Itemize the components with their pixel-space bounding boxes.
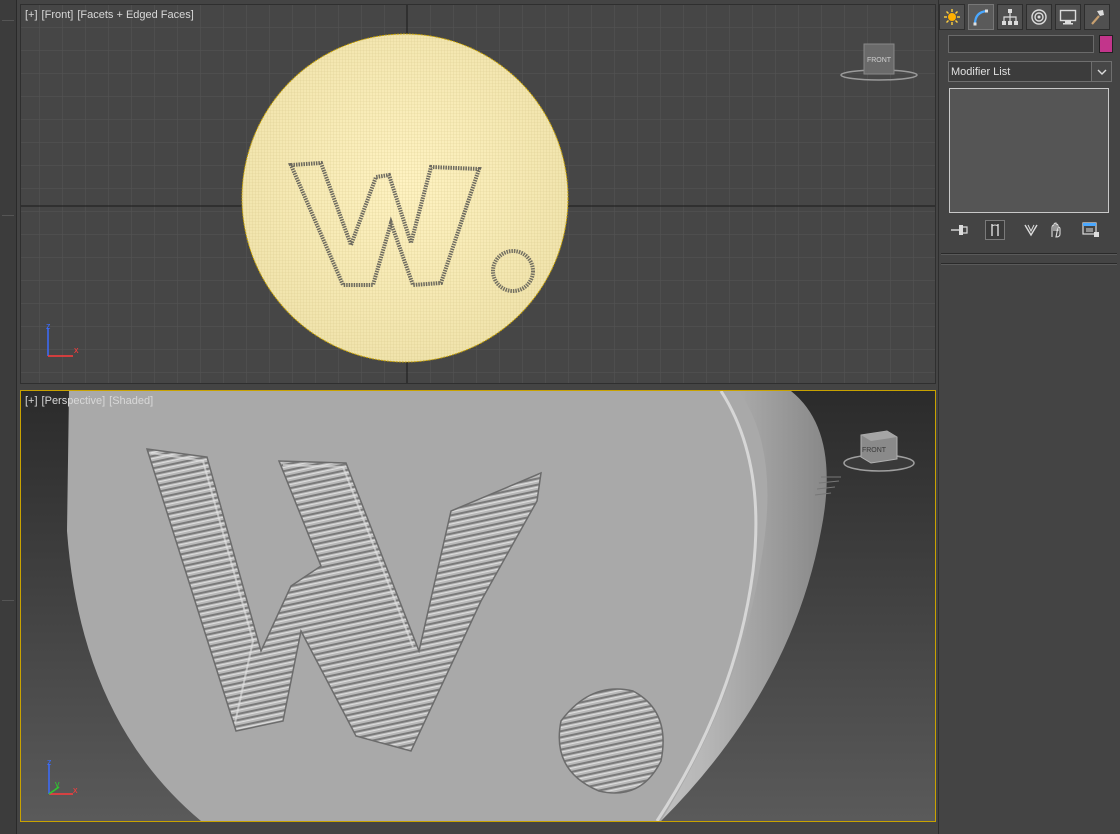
show-end-result-button[interactable] [985,220,1005,240]
utilities-icon [1091,10,1104,25]
strip-tick [2,600,14,601]
modifier-list-dropdown[interactable]: Modifier List [948,61,1112,82]
modifier-stack-toolbar [949,220,1111,242]
hierarchy-icon [1002,9,1018,25]
show-end-result-icon [991,224,999,236]
viewport-view-menu[interactable]: [Front] [42,9,74,21]
command-panel: Modifier List [938,0,1120,834]
modifier-stack-list[interactable] [949,88,1109,213]
front-viewport-label[interactable]: [+] [Front] [Facets + Edged Faces] [25,9,198,21]
configure-modifier-sets-button[interactable] [1081,220,1101,240]
modifier-list-label: Modifier List [951,66,1011,78]
viewport-view-menu[interactable]: [Perspective] [42,395,106,407]
strip-tick [2,20,14,21]
axis-x-label: x [74,345,79,355]
panel-divider [941,254,1117,255]
disc-mesh-object[interactable] [241,33,569,363]
pin-stack-button[interactable] [949,220,969,240]
remove-modifier-button[interactable] [1045,220,1065,240]
tab-hierarchy[interactable] [997,4,1023,30]
tab-utilities[interactable] [1084,4,1110,30]
viewport-plus-menu[interactable]: [+] [25,395,38,407]
viewcube-front-label: FRONT [867,57,892,64]
configure-modifier-sets-icon [1082,222,1099,237]
make-unique-button[interactable] [1021,220,1041,240]
axis-x-label: x [73,785,78,795]
remove-modifier-icon [1051,222,1061,238]
perspective-viewport[interactable]: FRONT z y x [+] [Perspective] [Shaded] [20,390,936,822]
make-unique-icon [1024,224,1038,237]
tab-create[interactable] [939,4,965,30]
viewport-shading-menu[interactable]: [Shaded] [109,395,153,407]
front-viewport[interactable]: FRONT z x [+] [Front] [Facets + Edged Face… [20,4,936,384]
viewport-shading-menu[interactable]: [Facets + Edged Faces] [77,9,193,21]
perspective-viewport-canvas[interactable]: FRONT z y x [21,391,935,821]
object-color-swatch[interactable] [1099,35,1113,53]
create-icon [944,9,960,25]
object-name-field[interactable] [948,35,1094,53]
viewport-plus-menu[interactable]: [+] [25,9,38,21]
left-side-strip [0,0,17,834]
command-panel-tabs [939,4,1120,32]
axis-z-label: z [47,757,52,767]
chevron-down-icon[interactable] [1091,62,1111,81]
viewcube-front-label: FRONT [862,447,887,454]
tab-modify[interactable] [968,4,994,30]
perspective-viewport-label[interactable]: [+] [Perspective] [Shaded] [25,395,157,407]
pin-stack-icon [951,225,968,235]
axis-y-label: y [55,779,60,789]
tab-display[interactable] [1055,4,1081,30]
tab-motion[interactable] [1026,4,1052,30]
display-icon [1059,9,1077,25]
modify-icon [973,9,988,26]
motion-icon [1031,9,1047,25]
axis-z-label: z [46,321,51,331]
strip-tick [2,215,14,216]
panel-divider [941,264,1117,265]
front-viewport-canvas[interactable]: FRONT z x [21,5,936,384]
